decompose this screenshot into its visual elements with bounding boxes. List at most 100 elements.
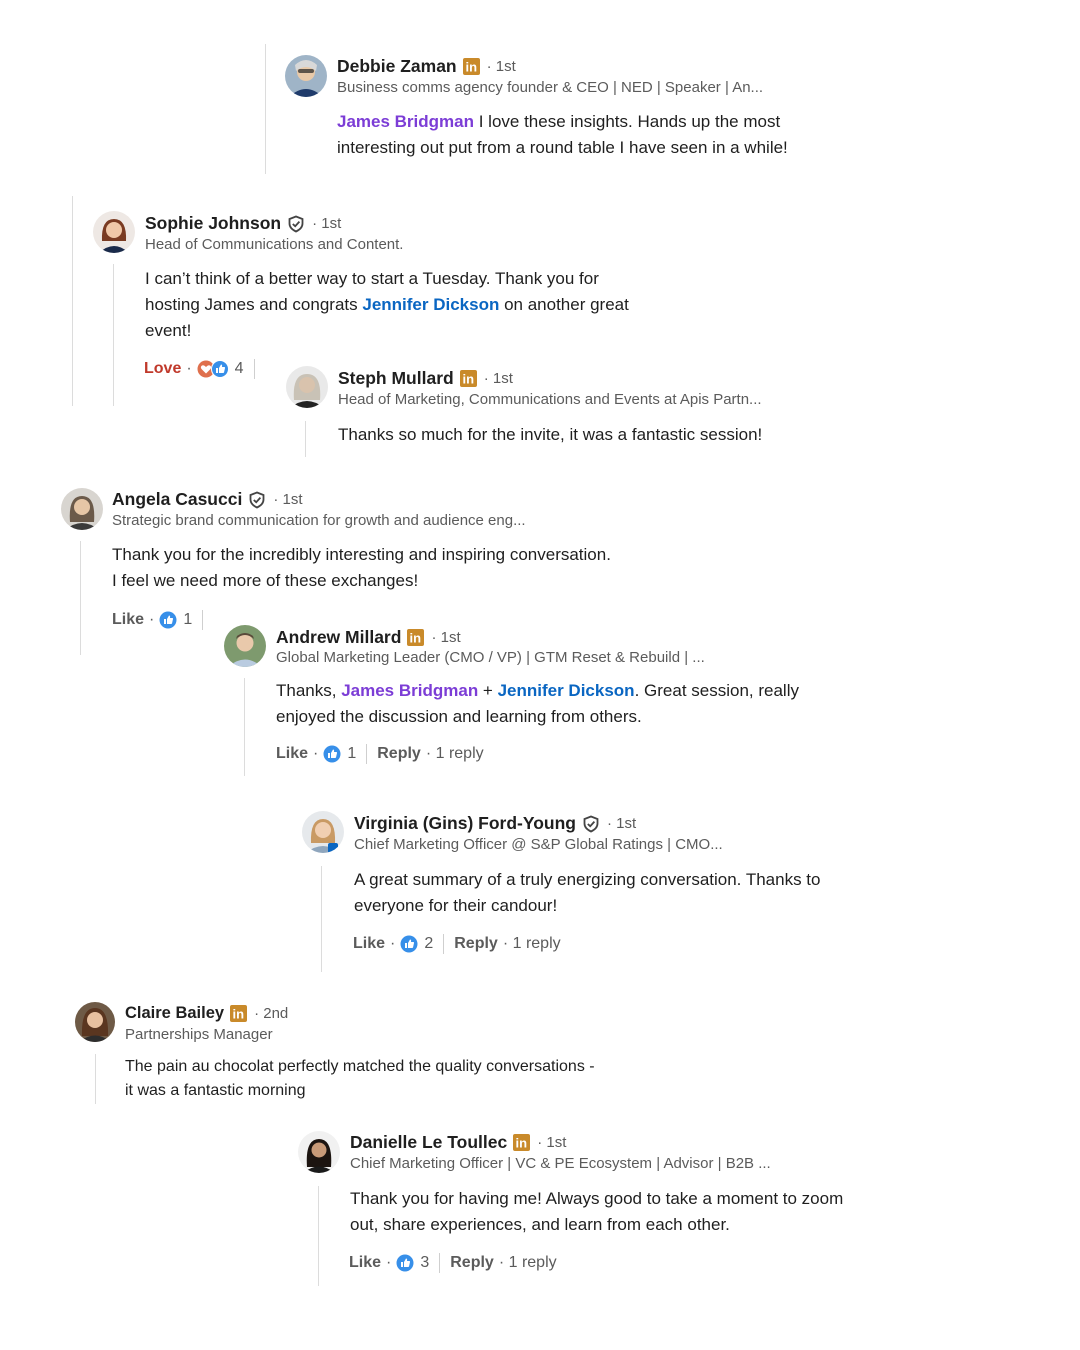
reply-count[interactable]: · 1 reply [499, 1254, 557, 1272]
connection-degree: · 1st [312, 215, 342, 232]
divider [439, 1253, 441, 1273]
avatar[interactable] [302, 811, 344, 853]
reaction-count[interactable]: 4 [235, 360, 244, 378]
love-button[interactable]: Love [144, 360, 181, 378]
commenter-name[interactable]: Claire Bailey [125, 1004, 224, 1023]
thread-line [80, 541, 81, 655]
reaction-count[interactable]: 3 [420, 1254, 429, 1272]
commenter-name[interactable]: Sophie Johnson [145, 213, 281, 234]
divider [253, 359, 255, 379]
separator-dot: · [149, 611, 155, 628]
like-reaction-icon [210, 360, 229, 378]
comment-text: Thank you for having me! Always good to … [350, 1186, 950, 1238]
connection-degree: · 1st [486, 58, 516, 75]
reply-button[interactable]: Reply [450, 1254, 494, 1272]
avatar[interactable] [286, 366, 328, 408]
separator-dot: · [390, 935, 396, 952]
commenter-headline: Partnerships Manager [125, 1026, 273, 1043]
commenter-headline: Chief Marketing Officer | VC & PE Ecosys… [350, 1155, 771, 1172]
reply-count[interactable]: · 1 reply [503, 935, 561, 953]
thread-line [265, 44, 266, 174]
commenter-headline: Strategic brand communication for growth… [112, 512, 526, 529]
comment-text-segment: I feel we need more of these exchanges! [112, 571, 419, 590]
commenter-headline: Global Marketing Leader (CMO / VP) | GTM… [276, 649, 705, 666]
separator-dot: · [313, 745, 319, 762]
avatar[interactable] [75, 1002, 115, 1042]
connection-degree: · 1st [606, 815, 637, 832]
reply-count[interactable]: · 1 reply [426, 745, 484, 763]
thread-line [72, 196, 73, 406]
linkedin-premium-icon: in [462, 58, 480, 75]
avatar[interactable] [298, 1131, 340, 1173]
verified-shield-icon [582, 815, 600, 833]
avatar[interactable] [285, 55, 327, 97]
mention-link[interactable]: James Bridgman [341, 681, 478, 700]
reaction-icons[interactable] [197, 360, 229, 378]
verified-shield-icon [287, 215, 305, 233]
thread-line [113, 264, 114, 406]
comment-text-segment: event! [145, 321, 192, 340]
mention-link[interactable]: Jennifer Dickson [498, 681, 635, 700]
comment-text: Thanks, James Bridgman + Jennifer Dickso… [276, 678, 916, 730]
comment-text: I can’t think of a better way to start a… [145, 266, 705, 344]
comment-text-segment: it was a fantastic morning [125, 1082, 306, 1099]
divider [366, 744, 368, 764]
commenter-name[interactable]: Angela Casucci [112, 489, 242, 510]
reply-button[interactable]: Reply [377, 745, 421, 763]
reaction-count[interactable]: 2 [424, 935, 433, 953]
like-button[interactable]: Like [353, 935, 385, 953]
comment-text-segment: A great summary of a truly energizing co… [354, 870, 821, 889]
commenter-name[interactable]: Virginia (Gins) Ford-Young [354, 813, 576, 834]
verified-shield-icon [248, 491, 266, 509]
like-reaction-icon[interactable] [323, 745, 341, 763]
like-reaction-icon[interactable] [400, 935, 418, 953]
commenter-headline: Business comms agency founder & CEO | NE… [337, 79, 764, 96]
comment-text-segment: Thanks, [276, 681, 342, 700]
comment-text-segment: I love these insights. Hands up the most [474, 112, 781, 131]
svg-text:in: in [462, 372, 474, 387]
reaction-count[interactable]: 1 [183, 611, 192, 629]
avatar[interactable] [93, 211, 135, 253]
like-reaction-icon[interactable] [159, 611, 177, 629]
avatar[interactable] [61, 488, 103, 530]
mention-link[interactable]: Jennifer Dickson [362, 295, 499, 314]
linkedin-premium-icon: in [459, 370, 477, 387]
commenter-name[interactable]: Danielle Le Toullec [350, 1132, 507, 1153]
comment-text: The pain au chocolat perfectly matched t… [125, 1055, 725, 1103]
connection-degree: · 2nd [254, 1005, 289, 1022]
reaction-count[interactable]: 1 [347, 745, 356, 763]
comment-text: James Bridgman I love these insights. Ha… [337, 109, 897, 161]
connection-degree: · 1st [537, 1134, 567, 1151]
commenter-headline: Head of Communications and Content. [145, 236, 404, 253]
comment-text-segment: The pain au chocolat perfectly matched t… [125, 1058, 595, 1075]
linkedin-premium-icon: in [513, 1134, 531, 1151]
like-button[interactable]: Like [349, 1254, 381, 1272]
comment-text: Thank you for the incredibly interesting… [112, 542, 752, 594]
linkedin-premium-icon: in [230, 1005, 248, 1022]
comment-text-segment: . Great session, really [634, 681, 799, 700]
commenter-name[interactable]: Andrew Millard [276, 627, 401, 648]
comment-text-segment: hosting James and congrats [145, 295, 363, 314]
like-button[interactable]: Like [112, 611, 144, 629]
comment-text: A great summary of a truly energizing co… [354, 867, 954, 919]
thread-line [321, 866, 322, 972]
like-button[interactable]: Like [276, 745, 308, 763]
comment-text-segment: Thank you for having me! Always good to … [350, 1189, 844, 1208]
avatar[interactable] [224, 625, 266, 667]
mention-link[interactable]: James Bridgman [337, 112, 474, 131]
comment-text: Thanks so much for the invite, it was a … [338, 425, 763, 444]
thread-line [318, 1186, 319, 1286]
comment-text-segment: interesting out put from a round table I… [337, 138, 788, 157]
divider [202, 610, 204, 630]
comment-text-segment: enjoyed the discussion and learning from… [276, 707, 642, 726]
reply-button[interactable]: Reply [454, 935, 498, 953]
svg-text:in: in [465, 60, 477, 75]
separator-dot: · [386, 1254, 392, 1271]
commenter-name[interactable]: Steph Mullard [338, 368, 454, 389]
commenter-headline: Chief Marketing Officer @ S&P Global Rat… [354, 836, 723, 853]
comment-text-segment: everyone for their candour! [354, 896, 558, 915]
comment-text-segment: Thank you for the incredibly interesting… [112, 545, 611, 564]
linkedin-premium-icon: in [407, 629, 425, 646]
like-reaction-icon[interactable] [396, 1254, 414, 1272]
commenter-name[interactable]: Debbie Zaman [337, 56, 457, 77]
